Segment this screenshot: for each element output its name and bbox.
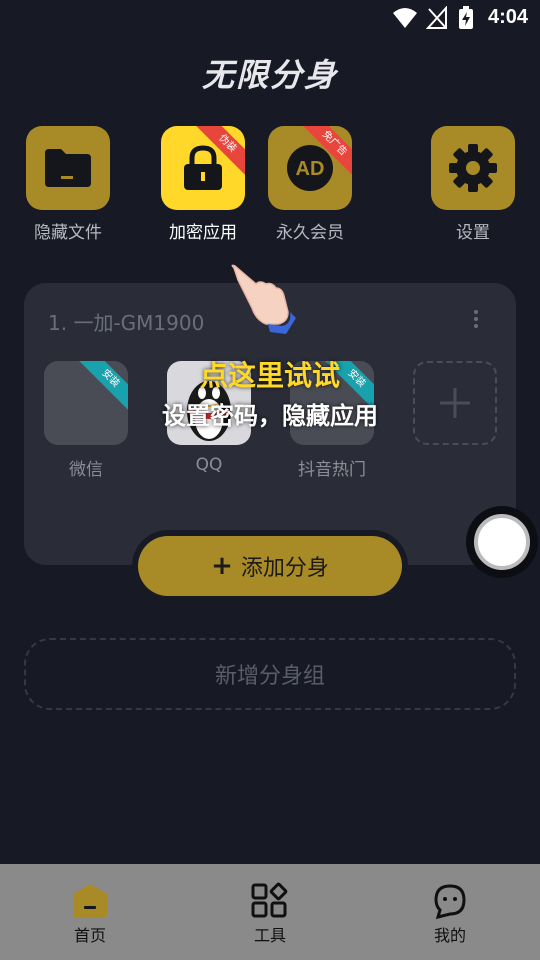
feature-encrypt-app[interactable]: 伪装 加密应用 — [143, 126, 263, 243]
status-time: 4:04 — [487, 6, 528, 28]
tip-subtitle: 设置密码，隐藏应用 — [162, 402, 378, 430]
folder-icon — [45, 149, 91, 187]
feature-label: 永久会员 — [276, 223, 344, 243]
pointing-hand-icon — [231, 264, 296, 334]
feature-label: 隐藏文件 — [34, 223, 102, 243]
vip-tile[interactable]: AD 免广告 — [268, 126, 352, 210]
app-name: 微信 — [69, 460, 103, 480]
add-clone-plus: + — [211, 551, 233, 581]
app-name: QQ — [195, 455, 223, 475]
add-clone-button-wrap: + 添加分身 — [132, 530, 408, 602]
feature-hidden-files[interactable]: 隐藏文件 — [8, 126, 128, 243]
profile-icon — [434, 884, 466, 920]
feature-label: 设置 — [456, 223, 490, 243]
tools-icon — [251, 882, 288, 918]
hidden-files-tile[interactable] — [26, 126, 110, 210]
settings-tile[interactable] — [431, 126, 515, 210]
new-group-label: 新增分身组 — [214, 664, 325, 689]
feature-label: 加密应用 — [169, 223, 237, 243]
status-bar: 4:04 — [0, 0, 540, 36]
battery-charging-icon — [459, 6, 473, 29]
no-signal-icon — [426, 6, 447, 29]
group-title: 1. 一加-GM1900 — [48, 311, 205, 335]
home-icon — [73, 884, 107, 918]
tip-title: 点这里试试 — [199, 359, 340, 392]
svg-text:AD: AD — [296, 158, 325, 180]
new-group-button[interactable]: 新增分身组 — [24, 638, 516, 710]
gear-icon — [449, 144, 497, 192]
wifi-icon — [393, 8, 417, 28]
app-name: 抖音热门 — [298, 460, 366, 480]
nav-item-profile[interactable]: 我的 — [390, 882, 510, 946]
nav-label: 我的 — [433, 926, 466, 945]
more-vert-icon[interactable] — [466, 307, 486, 331]
nav-label: 工具 — [253, 926, 286, 945]
add-clone-label: 添加分身 — [240, 556, 329, 581]
floating-ball-inner — [474, 514, 530, 570]
encrypt-app-tile[interactable]: 伪装 — [161, 126, 245, 210]
bottom-nav: 首页 工具 我的 — [0, 864, 540, 960]
nav-item-home[interactable]: 首页 — [30, 882, 150, 946]
floating-ball[interactable] — [466, 506, 538, 578]
add-clone-button[interactable]: + 添加分身 — [138, 536, 402, 596]
feature-vip[interactable]: AD 免广告 永久会员 — [250, 126, 370, 243]
nav-label: 首页 — [73, 926, 106, 945]
feature-settings[interactable]: 设置 — [413, 126, 533, 243]
app-title: 无限分身 — [201, 56, 338, 94]
nav-item-tools[interactable]: 工具 — [210, 882, 330, 946]
